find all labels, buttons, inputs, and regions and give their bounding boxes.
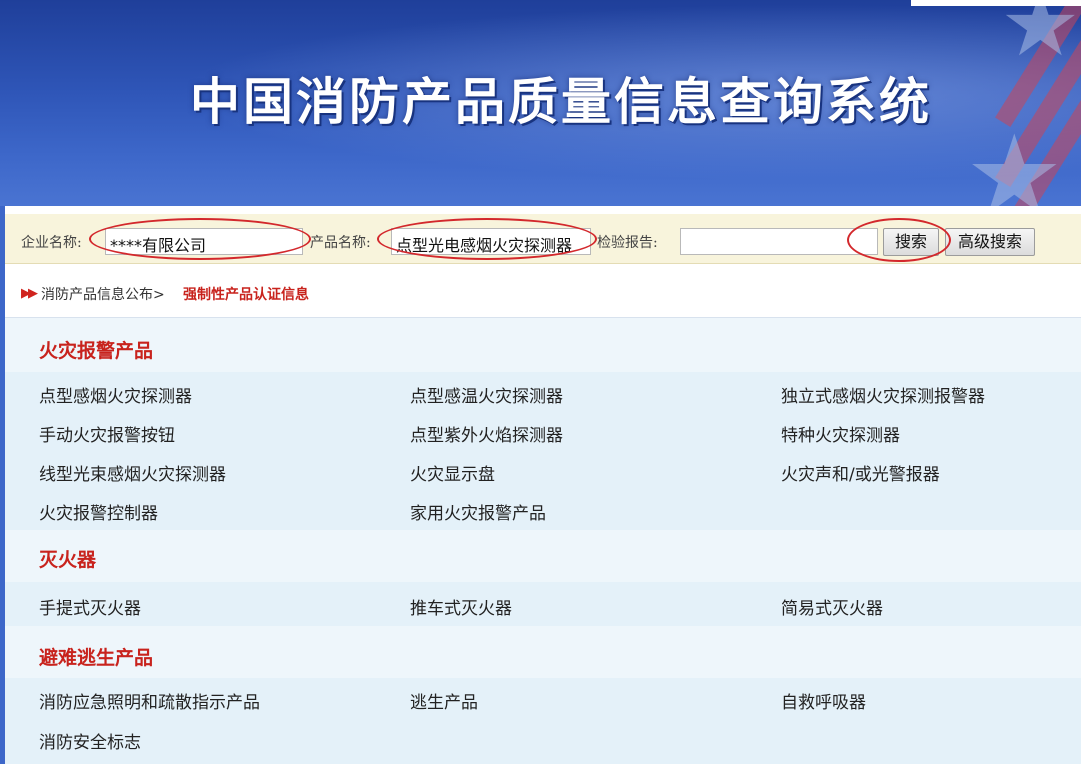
- banner-corner: [911, 0, 1081, 6]
- product-link[interactable]: 家用火灾报警产品: [410, 499, 546, 524]
- product-link[interactable]: 点型感烟火灾探测器: [39, 382, 192, 407]
- product-link[interactable]: 特种火灾探测器: [781, 421, 900, 446]
- company-label: 企业名称:: [21, 235, 82, 251]
- category-list: 火灾报警产品 点型感烟火灾探测器 点型感温火灾探测器 独立式感烟火灾探测报警器 …: [5, 318, 1081, 764]
- category-title: 灭火器: [39, 549, 97, 571]
- breadcrumb: ▶▶ 消防产品信息公布> 强制性产品认证信息: [5, 270, 1081, 318]
- company-input[interactable]: ****有限公司: [105, 228, 303, 255]
- product-link[interactable]: 火灾显示盘: [410, 460, 495, 485]
- product-link[interactable]: 手提式灭火器: [39, 594, 141, 619]
- product-link[interactable]: 自救呼吸器: [781, 688, 866, 713]
- breadcrumb-current: 强制性产品认证信息: [183, 287, 309, 303]
- category-items: 消防应急照明和疏散指示产品 逃生产品 自救呼吸器 消防安全标志: [5, 678, 1081, 764]
- star-icon: ★: [965, 111, 1064, 206]
- category-items: 手提式灭火器 推车式灭火器 简易式灭火器: [5, 582, 1081, 626]
- search-bar: 企业名称: ****有限公司 产品名称: 点型光电感烟火灾探测器 检验报告: 搜…: [5, 214, 1081, 264]
- star-icon: ★: [1000, 0, 1081, 77]
- report-label: 检验报告:: [597, 235, 658, 251]
- product-link[interactable]: 简易式灭火器: [781, 594, 883, 619]
- advanced-search-button[interactable]: 高级搜索: [945, 228, 1035, 256]
- site-title: 中国消防产品质量信息查询系统: [190, 73, 932, 131]
- product-link[interactable]: 点型紫外火焰探测器: [410, 421, 563, 446]
- report-input[interactable]: [680, 228, 878, 255]
- product-link[interactable]: 点型感温火灾探测器: [410, 382, 563, 407]
- product-link[interactable]: 线型光束感烟火灾探测器: [39, 460, 226, 485]
- search-button[interactable]: 搜索: [883, 228, 939, 256]
- product-input[interactable]: 点型光电感烟火灾探测器: [391, 228, 591, 255]
- category-items: 点型感烟火灾探测器 点型感温火灾探测器 独立式感烟火灾探测报警器 手动火灾报警按…: [5, 372, 1081, 530]
- product-link[interactable]: 逃生产品: [410, 688, 478, 713]
- product-link[interactable]: 推车式灭火器: [410, 594, 512, 619]
- product-link[interactable]: 消防安全标志: [39, 728, 141, 753]
- product-label: 产品名称:: [310, 235, 371, 251]
- product-link[interactable]: 火灾声和/或光警报器: [781, 460, 940, 485]
- category-header: 火灾报警产品: [5, 318, 1081, 372]
- category-header: 避难逃生产品: [5, 626, 1081, 678]
- header-banner: ★ ★ 中国消防产品质量信息查询系统: [0, 0, 1081, 206]
- category-header: 灭火器: [5, 530, 1081, 582]
- category-title: 避难逃生产品: [39, 647, 154, 669]
- product-link[interactable]: 手动火灾报警按钮: [39, 421, 175, 446]
- product-link[interactable]: 独立式感烟火灾探测报警器: [781, 382, 985, 407]
- category-title: 火灾报警产品: [39, 340, 154, 362]
- breadcrumb-arrow-icon: ▶▶: [21, 286, 38, 301]
- product-link[interactable]: 火灾报警控制器: [39, 499, 158, 524]
- breadcrumb-home-link[interactable]: 消防产品信息公布>: [41, 284, 165, 304]
- product-link[interactable]: 消防应急照明和疏散指示产品: [39, 688, 260, 713]
